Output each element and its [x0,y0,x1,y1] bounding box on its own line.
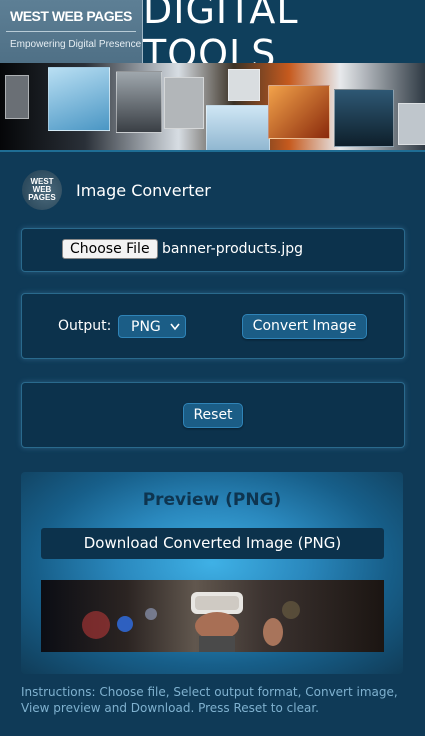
convert-image-button[interactable]: Convert Image [242,314,367,339]
brand-name: WEST WEB PAGES [10,8,132,24]
convert-panel: Output: PNG Convert Image [21,293,405,359]
site-header: WEST WEB PAGES Empowering Digital Presen… [0,0,425,150]
brand-divider [6,31,136,32]
preview-panel: Preview (PNG) Download Converted Image (… [21,472,403,674]
app-logo-line-3: PAGES [28,193,56,202]
app-logo: WEST WEB PAGES [22,170,62,210]
converter-main: WEST WEB PAGES Image Converter Choose Fi… [0,150,425,736]
preview-image [41,580,384,652]
output-label: Output: [58,318,112,334]
site-title: DIGITAL TOOLS [143,0,425,76]
instructions-text: Instructions: Choose file, Select output… [21,685,398,715]
preview-title: Preview (PNG) [142,490,282,510]
app-header: WEST WEB PAGES Image Converter [22,170,211,210]
download-button[interactable]: Download Converted Image (PNG) [41,528,384,559]
brand-tagline: Empowering Digital Presence [10,39,142,50]
file-panel: Choose File banner-products.jpg [21,228,405,272]
choose-file-button[interactable]: Choose File [62,239,158,259]
selected-file-name: banner-products.jpg [162,241,303,257]
header-banner-image [0,63,425,150]
brand-logo[interactable]: WEST WEB PAGES Empowering Digital Presen… [0,0,143,64]
output-format-select[interactable]: PNG [118,315,186,338]
reset-panel: Reset [21,382,405,448]
app-title: Image Converter [76,180,211,200]
chevron-down-icon [170,316,180,347]
output-format-value: PNG [131,319,161,335]
reset-button[interactable]: Reset [183,403,243,428]
